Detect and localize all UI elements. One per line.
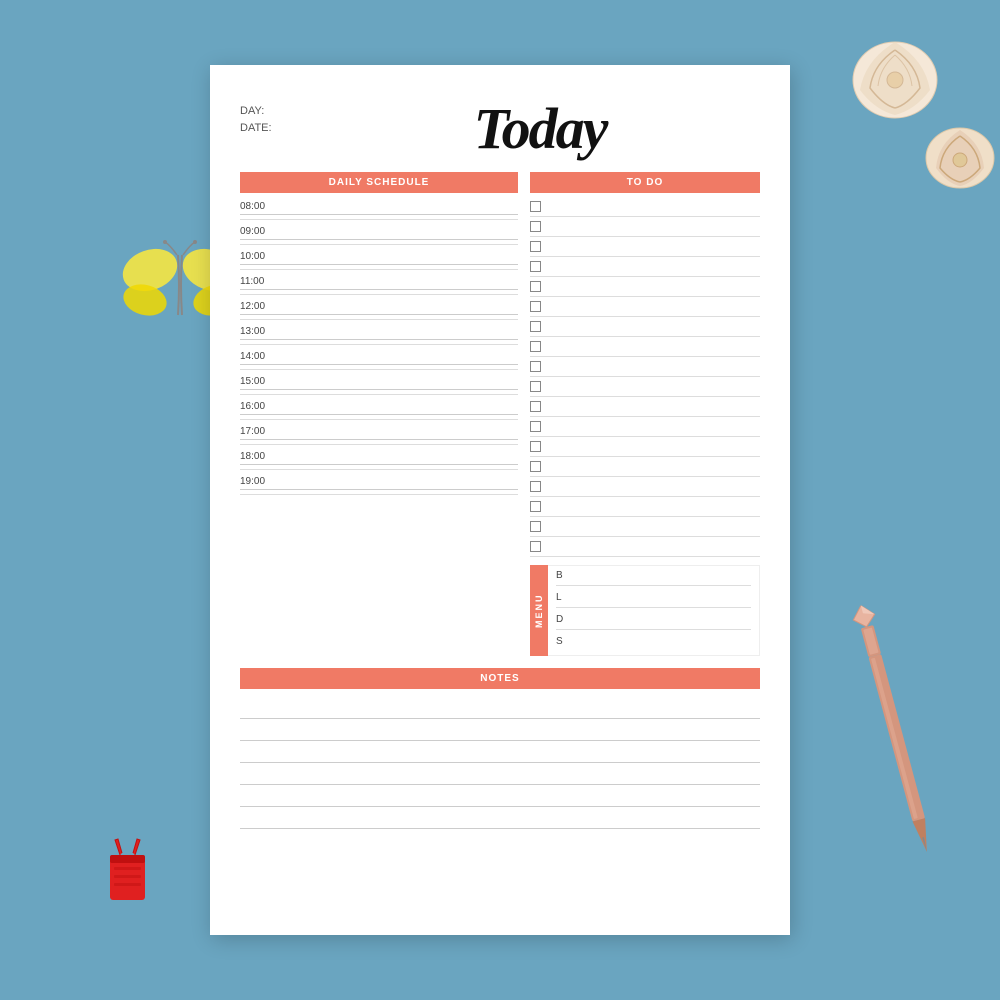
time-block-1900: 19:00 — [240, 476, 518, 495]
todo-checkbox-12[interactable] — [530, 421, 541, 432]
time-label-1300: 13:00 — [240, 326, 518, 337]
planner-page: DAY: DATE: Today DAILY SCHEDULE 08:00 09… — [210, 65, 790, 935]
menu-letter-s: S — [556, 636, 568, 647]
menu-letter-b: B — [556, 570, 568, 581]
todo-item-5 — [530, 281, 760, 297]
time-label-1200: 12:00 — [240, 301, 518, 312]
menu-label: MENU — [530, 565, 548, 656]
todo-item-1 — [530, 201, 760, 217]
shell1-decoration — [845, 30, 945, 120]
todo-checkbox-9[interactable] — [530, 361, 541, 372]
todo-item-3 — [530, 241, 760, 257]
page-title: Today — [320, 95, 760, 162]
todo-checkbox-6[interactable] — [530, 301, 541, 312]
todo-checkbox-4[interactable] — [530, 261, 541, 272]
todo-checkbox-2[interactable] — [530, 221, 541, 232]
shell2-decoration — [920, 120, 1000, 190]
time-block-1000: 10:00 — [240, 251, 518, 270]
todo-checkbox-10[interactable] — [530, 381, 541, 392]
time-label-1600: 16:00 — [240, 401, 518, 412]
todo-checkbox-17[interactable] — [530, 521, 541, 532]
todo-item-4 — [530, 261, 760, 277]
binder-clip-decoration — [100, 835, 155, 910]
time-label-0800: 08:00 — [240, 201, 518, 212]
menu-items-list: B L D S — [548, 565, 760, 656]
todo-item-10 — [530, 381, 760, 397]
todo-item-15 — [530, 481, 760, 497]
todo-checkbox-16[interactable] — [530, 501, 541, 512]
date-label: DATE: — [240, 122, 320, 134]
time-label-1700: 17:00 — [240, 426, 518, 437]
menu-item-snack: S — [556, 636, 751, 651]
time-label-1900: 19:00 — [240, 476, 518, 487]
time-block-1300: 13:00 — [240, 326, 518, 345]
time-block-1200: 12:00 — [240, 301, 518, 320]
menu-item-dinner: D — [556, 614, 751, 630]
todo-item-12 — [530, 421, 760, 437]
day-date-section: DAY: DATE: — [240, 95, 320, 139]
time-block-0800: 08:00 — [240, 201, 518, 220]
todo-item-18 — [530, 541, 760, 557]
todo-checkbox-14[interactable] — [530, 461, 541, 472]
menu-item-lunch: L — [556, 592, 751, 608]
notes-lines — [240, 697, 760, 829]
menu-item-breakfast: B — [556, 570, 751, 586]
note-line-4 — [240, 763, 760, 785]
todo-item-13 — [530, 441, 760, 457]
todo-checkbox-11[interactable] — [530, 401, 541, 412]
time-label-1500: 15:00 — [240, 376, 518, 387]
time-label-1800: 18:00 — [240, 451, 518, 462]
menu-letter-d: D — [556, 614, 568, 625]
todo-checkbox-7[interactable] — [530, 321, 541, 332]
note-line-5 — [240, 785, 760, 807]
todo-checkbox-3[interactable] — [530, 241, 541, 252]
todo-checkbox-8[interactable] — [530, 341, 541, 352]
todo-item-2 — [530, 221, 760, 237]
time-block-1400: 14:00 — [240, 351, 518, 370]
todo-section: TO DO MENU — [530, 172, 760, 656]
header-area: DAY: DATE: Today — [240, 95, 760, 162]
schedule-header: DAILY SCHEDULE — [240, 172, 518, 193]
note-line-1 — [240, 697, 760, 719]
todo-header: TO DO — [530, 172, 760, 193]
time-label-1100: 11:00 — [240, 276, 518, 287]
notes-section: NOTES — [240, 668, 760, 829]
note-line-3 — [240, 741, 760, 763]
todo-item-6 — [530, 301, 760, 317]
time-block-1800: 18:00 — [240, 451, 518, 470]
note-line-2 — [240, 719, 760, 741]
time-block-0900: 09:00 — [240, 226, 518, 245]
time-block-1100: 11:00 — [240, 276, 518, 295]
time-block-1600: 16:00 — [240, 401, 518, 420]
todo-item-11 — [530, 401, 760, 417]
todo-item-14 — [530, 461, 760, 477]
time-block-1700: 17:00 — [240, 426, 518, 445]
todo-checkbox-1[interactable] — [530, 201, 541, 212]
todo-item-8 — [530, 341, 760, 357]
day-label: DAY: — [240, 105, 320, 117]
todo-item-16 — [530, 501, 760, 517]
note-line-6 — [240, 807, 760, 829]
todo-checkbox-5[interactable] — [530, 281, 541, 292]
todo-item-7 — [530, 321, 760, 337]
time-label-0900: 09:00 — [240, 226, 518, 237]
todo-item-17 — [530, 521, 760, 537]
todo-item-9 — [530, 361, 760, 377]
menu-section: MENU B L D S — [530, 565, 760, 656]
notes-header: NOTES — [240, 668, 760, 689]
todo-checkbox-15[interactable] — [530, 481, 541, 492]
time-label-1000: 10:00 — [240, 251, 518, 262]
schedule-section: DAILY SCHEDULE 08:00 09:00 10:00 11:00 — [240, 172, 518, 656]
menu-letter-l: L — [556, 592, 568, 603]
todo-checkbox-13[interactable] — [530, 441, 541, 452]
content-grid: DAILY SCHEDULE 08:00 09:00 10:00 11:00 — [240, 172, 760, 656]
pen-decoration — [844, 601, 945, 861]
time-label-1400: 14:00 — [240, 351, 518, 362]
todo-checkbox-18[interactable] — [530, 541, 541, 552]
time-block-1500: 15:00 — [240, 376, 518, 395]
